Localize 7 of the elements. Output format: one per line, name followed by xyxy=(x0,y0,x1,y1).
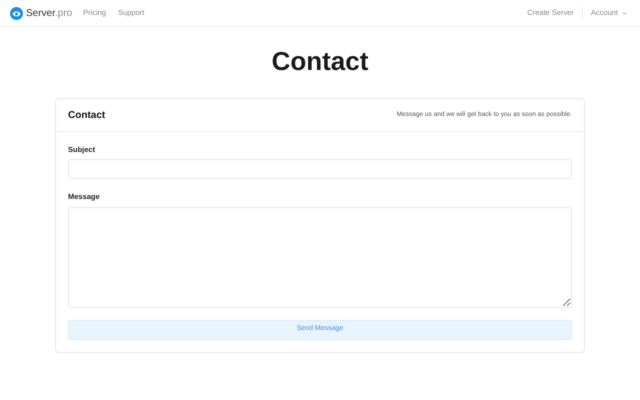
subject-field[interactable] xyxy=(68,159,572,180)
brand-name[interactable]: Server.pro xyxy=(26,6,72,20)
page-title: Contact xyxy=(272,45,368,77)
chevron-down-icon xyxy=(621,10,628,16)
logo-icon xyxy=(10,6,23,20)
message-field[interactable] xyxy=(68,206,572,308)
card-title: Contact xyxy=(68,108,106,122)
